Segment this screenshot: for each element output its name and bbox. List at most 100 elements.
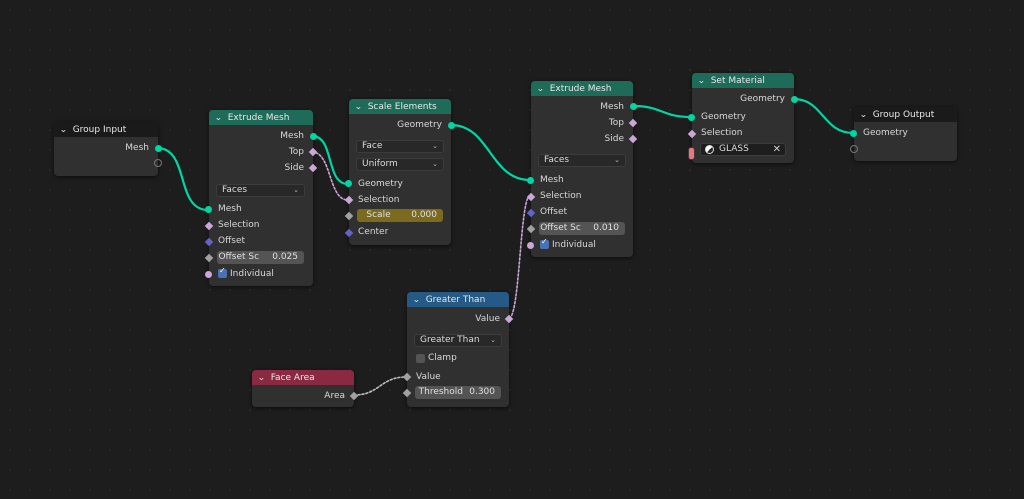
center-input-label: Center <box>358 227 389 237</box>
top-output-socket[interactable] <box>628 118 638 128</box>
offset-scale-socket[interactable] <box>526 224 536 234</box>
node-title: Scale Elements <box>367 101 437 112</box>
greater-than-node[interactable]: ⌄ Greater Than Value Greater Than ⌄ Clam… <box>402 292 514 407</box>
selection-input-socket[interactable] <box>204 221 214 231</box>
geometry-output-socket[interactable] <box>448 122 455 129</box>
selection-input-socket[interactable] <box>344 195 354 205</box>
threshold-value: 0.300 <box>469 387 495 397</box>
selection-input-label: Selection <box>358 195 400 205</box>
scale-mode-value: Uniform <box>362 159 398 169</box>
collapse-chevron-icon[interactable]: ⌄ <box>257 373 265 382</box>
scale-field[interactable]: Scale 0.000 <box>357 209 443 222</box>
geometry-input-label: Geometry <box>701 112 746 122</box>
selection-input-socket[interactable] <box>526 192 536 202</box>
geometry-input-socket[interactable] <box>688 114 695 121</box>
collapse-chevron-icon[interactable]: ⌄ <box>214 113 222 122</box>
individual-input-socket[interactable] <box>527 242 534 249</box>
mode-dropdown[interactable]: Faces ⌄ <box>538 154 626 167</box>
mode-dropdown[interactable]: Faces ⌄ <box>216 184 305 197</box>
selection-input-label: Selection <box>218 220 260 230</box>
scale-label: Scale <box>366 210 391 220</box>
clear-material-icon[interactable]: ✕ <box>773 144 781 155</box>
face-area-header[interactable]: ⌄ Face Area <box>252 370 354 385</box>
material-selector[interactable]: GLASS ✕ <box>700 143 786 156</box>
collapse-chevron-icon[interactable]: ⌄ <box>859 110 867 119</box>
mode-value: Faces <box>222 185 248 195</box>
set-material-node[interactable]: ⌄ Set Material Geometry Geometry Selecti… <box>687 73 798 163</box>
collapse-chevron-icon[interactable]: ⌄ <box>536 84 544 93</box>
empty-output-socket[interactable] <box>154 159 162 167</box>
scale-elements-node[interactable]: ⌄ Scale Elements Geometry Face ⌄ Uniform… <box>344 99 455 245</box>
threshold-field[interactable]: Threshold 0.300 <box>415 386 501 399</box>
threshold-input-socket[interactable] <box>402 388 412 398</box>
greater-than-header[interactable]: ⌄ Greater Than <box>407 292 509 307</box>
collapse-chevron-icon[interactable]: ⌄ <box>354 102 362 111</box>
scale-value: 0.000 <box>411 210 437 220</box>
extrude-mesh-node-1[interactable]: ⌄ Extrude Mesh Mesh Top Side Faces ⌄ Mes… <box>204 110 318 286</box>
collapse-chevron-icon[interactable]: ⌄ <box>412 295 420 304</box>
selection-input-socket[interactable] <box>687 129 697 139</box>
node-title: Set Material <box>710 75 765 86</box>
group-input-node[interactable]: ⌄ Group Input Mesh <box>54 122 162 176</box>
individual-checkbox[interactable] <box>218 266 227 278</box>
chevron-down-icon: ⌄ <box>432 160 438 168</box>
node-title: Group Output <box>872 109 935 120</box>
domain-dropdown[interactable]: Face ⌄ <box>356 140 444 153</box>
mesh-output-socket[interactable] <box>630 103 637 110</box>
group-output-header[interactable]: ⌄ Group Output <box>854 107 957 122</box>
link-facearea-to-greater <box>353 376 407 396</box>
chevron-down-icon: ⌄ <box>490 336 496 344</box>
geometry-input-socket[interactable] <box>850 130 857 137</box>
geometry-input-socket[interactable] <box>345 180 352 187</box>
face-area-node[interactable]: ⌄ Face Area Area <box>252 370 359 407</box>
value-output-label: Value <box>475 314 500 324</box>
group-output-node[interactable]: ⌄ Group Output Geometry <box>850 107 957 161</box>
mesh-input-label: Mesh <box>218 204 242 214</box>
value-input-label: Value <box>416 372 441 382</box>
material-input-socket[interactable] <box>688 147 695 160</box>
scale-input-socket[interactable] <box>344 211 354 221</box>
mesh-output-socket[interactable] <box>310 133 317 140</box>
scale-mode-dropdown[interactable]: Uniform ⌄ <box>356 158 444 171</box>
offset-input-socket[interactable] <box>526 208 536 218</box>
side-output-socket[interactable] <box>628 134 638 144</box>
link-extrude2-to-setmaterial <box>631 104 693 119</box>
operation-dropdown[interactable]: Greater Than ⌄ <box>414 334 502 347</box>
node-title: Extrude Mesh <box>227 112 290 123</box>
value-output-socket[interactable] <box>504 314 514 324</box>
group-input-header[interactable]: ⌄ Group Input <box>54 122 158 137</box>
geometry-output-socket[interactable] <box>791 96 798 103</box>
geometry-input-label: Geometry <box>358 179 403 189</box>
side-output-label: Side <box>604 134 624 144</box>
material-name: GLASS <box>719 144 749 154</box>
set-material-header[interactable]: ⌄ Set Material <box>692 73 794 88</box>
scale-elements-header[interactable]: ⌄ Scale Elements <box>349 99 451 114</box>
threshold-label: Threshold <box>418 387 463 397</box>
collapse-chevron-icon[interactable]: ⌄ <box>697 76 705 85</box>
offset-scale-value: 0.010 <box>593 223 619 233</box>
mesh-input-socket[interactable] <box>527 177 534 184</box>
link-top-to-selection <box>311 151 349 201</box>
empty-input-socket[interactable] <box>850 145 858 153</box>
collapse-chevron-icon[interactable]: ⌄ <box>59 125 67 134</box>
extrude-mesh-header[interactable]: ⌄ Extrude Mesh <box>531 81 633 96</box>
top-output-socket[interactable] <box>308 147 318 157</box>
side-output-socket[interactable] <box>308 163 318 173</box>
offset-input-socket[interactable] <box>204 237 214 247</box>
node-links <box>155 97 855 396</box>
domain-value: Face <box>362 141 383 151</box>
clamp-checkbox[interactable] <box>416 354 425 363</box>
individual-input-socket[interactable] <box>205 271 212 278</box>
offset-scale-field[interactable]: Offset Sc 0.025 <box>217 251 304 264</box>
offset-scale-field[interactable]: Offset Sc 0.010 <box>539 222 625 235</box>
offset-scale-socket[interactable] <box>204 253 214 263</box>
center-input-socket[interactable] <box>344 228 354 238</box>
individual-checkbox[interactable] <box>540 237 549 249</box>
offset-scale-label: Offset Sc <box>540 223 581 233</box>
mesh-input-socket[interactable] <box>205 206 212 213</box>
extrude-mesh-header[interactable]: ⌄ Extrude Mesh <box>209 110 313 125</box>
area-output-socket[interactable] <box>349 391 359 401</box>
extrude-mesh-node-2[interactable]: ⌄ Extrude Mesh Mesh Top Side Faces ⌄ Mes… <box>526 81 638 257</box>
mesh-output-socket[interactable] <box>155 145 162 152</box>
value-input-socket[interactable] <box>402 372 412 382</box>
